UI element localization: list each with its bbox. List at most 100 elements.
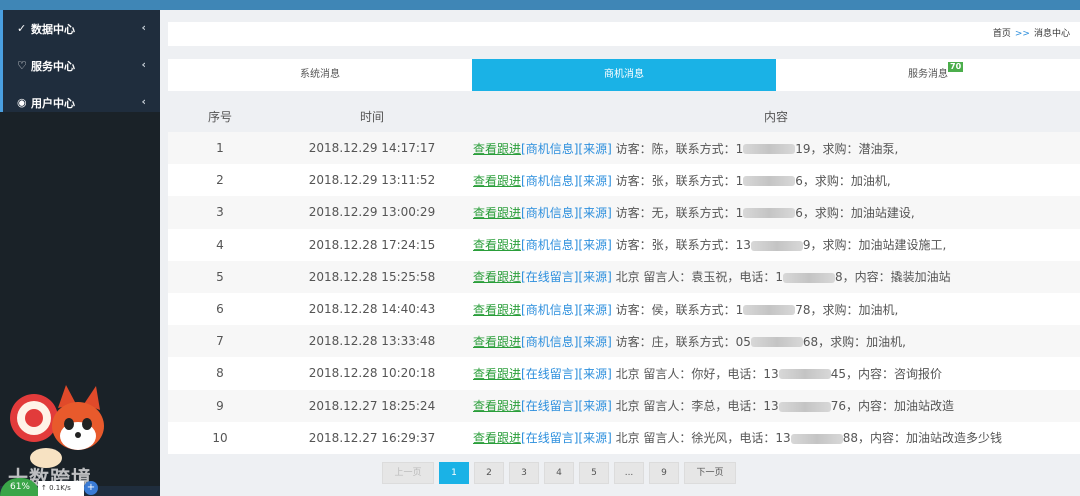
view-followup-link[interactable]: 查看跟进 [473, 367, 521, 381]
message-text-prefix: 访客：庄，联系方式：05 [615, 334, 751, 349]
masked-phone-number [778, 401, 831, 412]
tab-service-messages[interactable]: 服务消息 70 [776, 59, 1080, 91]
row-time: 2018.12.27 16:29:37 [308, 430, 436, 445]
source-link[interactable]: [来源] [578, 238, 611, 252]
message-tabs: 系统消息 商机消息 服务消息 70 [168, 59, 1080, 91]
message-type-link[interactable]: [商机信息] [521, 335, 578, 349]
message-type-link[interactable]: [商机信息] [521, 174, 578, 188]
view-followup-link[interactable]: 查看跟进 [473, 142, 521, 156]
page-button-1[interactable]: 1 [439, 462, 469, 484]
user-circle-icon: ◉ [17, 96, 27, 109]
page-button-2[interactable]: 2 [474, 462, 504, 484]
row-time: 2018.12.28 10:20:18 [308, 366, 436, 381]
message-type-link[interactable]: [商机信息] [521, 206, 578, 220]
fox-mascot-icon[interactable] [6, 380, 106, 475]
view-followup-link[interactable]: 查看跟进 [473, 335, 521, 349]
row-index: 3 [216, 205, 224, 220]
source-link[interactable]: [来源] [578, 174, 611, 188]
view-followup-link[interactable]: 查看跟进 [473, 303, 521, 317]
table-row: 5 2018.12.28 15:25:58 查看跟进[在线留言][来源] 北京 留言… [168, 260, 1080, 293]
main-content: 首页 >> 消息中心 系统消息 商机消息 服务消息 70 序号 时间 内容 1 2018… [168, 22, 1080, 496]
row-content: 查看跟进[商机信息][来源] 访客：陈，联系方式：1 19，求购：潜油泵, [472, 140, 1080, 157]
tab-label: 系统消息 [300, 69, 340, 80]
tab-label: 服务消息 [908, 69, 948, 80]
masked-phone-number [790, 433, 843, 444]
prev-page-button[interactable]: 上一页 [382, 462, 434, 484]
column-header-time: 时间 [359, 109, 384, 124]
row-index: 5 [216, 269, 224, 284]
breadcrumb: 首页 >> 消息中心 [168, 22, 1080, 46]
chevron-left-icon: ‹ [141, 95, 146, 108]
sidebar-item-data-center[interactable]: ✓ 数据中心 ‹ [0, 10, 160, 47]
breadcrumb-separator: >> [1014, 29, 1030, 39]
view-followup-link[interactable]: 查看跟进 [473, 399, 521, 413]
message-type-link[interactable]: [在线留言] [521, 367, 578, 381]
source-link[interactable]: [来源] [578, 399, 611, 413]
row-time: 2018.12.28 17:24:15 [308, 237, 436, 252]
view-followup-link[interactable]: 查看跟进 [473, 431, 521, 445]
page-button-3[interactable]: 3 [509, 462, 539, 484]
tab-business-messages[interactable]: 商机消息 [472, 59, 776, 91]
row-time: 2018.12.29 13:11:52 [308, 173, 436, 188]
source-link[interactable]: [来源] [578, 335, 611, 349]
message-type-link[interactable]: [在线留言] [521, 431, 578, 445]
table-row: 4 2018.12.28 17:24:15 查看跟进[商机信息][来源] 访客：张，… [168, 228, 1080, 261]
row-time: 2018.12.29 14:17:17 [308, 141, 436, 156]
speed-ball-percent: 61% [0, 478, 40, 496]
message-text-suffix: 6，求购：加油站建设, [795, 205, 915, 220]
source-link[interactable]: [来源] [578, 303, 611, 317]
source-link[interactable]: [来源] [578, 142, 611, 156]
plus-icon[interactable]: + [84, 481, 98, 495]
sidebar-item-label: 服务中心 [31, 59, 75, 73]
view-followup-link[interactable]: 查看跟进 [473, 270, 521, 284]
row-index: 7 [216, 334, 224, 349]
message-type-link[interactable]: [商机信息] [521, 303, 578, 317]
check-icon: ✓ [17, 22, 27, 35]
message-type-link[interactable]: [在线留言] [521, 270, 578, 284]
row-content: 查看跟进[商机信息][来源] 访客：无，联系方式：1 6，求购：加油站建设, [472, 204, 1080, 221]
message-type-link[interactable]: [在线留言] [521, 399, 578, 413]
source-link[interactable]: [来源] [578, 431, 611, 445]
row-time: 2018.12.27 18:25:24 [308, 398, 436, 413]
row-index: 10 [212, 430, 228, 445]
speed-ball-widget[interactable]: 61% ↑ 0.1K/s + [0, 478, 105, 496]
row-index: 8 [216, 366, 224, 381]
source-link[interactable]: [来源] [578, 367, 611, 381]
row-content: 查看跟进[在线留言][来源] 北京 留言人：徐光风，电话：13 88，内容：加油站… [472, 429, 1080, 446]
message-text-prefix: 访客：张，联系方式：13 [615, 238, 751, 253]
masked-phone-number [750, 240, 803, 251]
next-page-button[interactable]: 下一页 [684, 462, 736, 484]
page-button-4[interactable]: 4 [544, 462, 574, 484]
sidebar-item-service-center[interactable]: ♡ 服务中心 ‹ [0, 47, 160, 84]
row-time: 2018.12.29 13:00:29 [308, 205, 436, 220]
row-time: 2018.12.28 15:25:58 [308, 269, 436, 284]
message-text-suffix: 8，内容：撬装加油站 [835, 270, 951, 285]
masked-phone-number [778, 369, 831, 380]
view-followup-link[interactable]: 查看跟进 [473, 206, 521, 220]
message-text-suffix: 6，求购：加油机, [795, 173, 891, 188]
masked-phone-number [743, 305, 796, 316]
message-text-prefix: 访客：张，联系方式：1 [615, 173, 744, 188]
chevron-left-icon: ‹ [141, 58, 146, 71]
source-link[interactable]: [来源] [578, 206, 611, 220]
message-text-prefix: 北京 留言人：袁玉祝，电话：1 [615, 270, 784, 285]
tab-system-messages[interactable]: 系统消息 [168, 59, 472, 91]
breadcrumb-home[interactable]: 首页 [993, 29, 1011, 39]
message-type-link[interactable]: [商机信息] [521, 238, 578, 252]
row-index: 1 [216, 141, 224, 156]
row-time: 2018.12.28 13:33:48 [308, 334, 436, 349]
message-text-prefix: 访客：无，联系方式：1 [615, 205, 744, 220]
page-button-9[interactable]: 9 [649, 462, 679, 484]
page-button-5[interactable]: 5 [579, 462, 609, 484]
table-row: 2 2018.12.29 13:11:52 查看跟进[商机信息][来源] 访客：张，… [168, 164, 1080, 197]
message-text-suffix: 68，求购：加油机, [802, 334, 906, 349]
unread-count-badge: 70 [948, 62, 964, 72]
view-followup-link[interactable]: 查看跟进 [473, 174, 521, 188]
pagination: 上一页 1 2 3 4 5 ... 9 下一页 [382, 462, 736, 486]
view-followup-link[interactable]: 查看跟进 [473, 238, 521, 252]
row-content: 查看跟进[商机信息][来源] 访客：侯，联系方式：1 78，求购：加油机, [472, 301, 1080, 318]
source-link[interactable]: [来源] [578, 270, 611, 284]
row-content: 查看跟进[在线留言][来源] 北京 留言人：李总，电话：13 76，内容：加油站改… [472, 397, 1080, 414]
message-type-link[interactable]: [商机信息] [521, 142, 578, 156]
tab-label: 商机消息 [604, 69, 644, 80]
